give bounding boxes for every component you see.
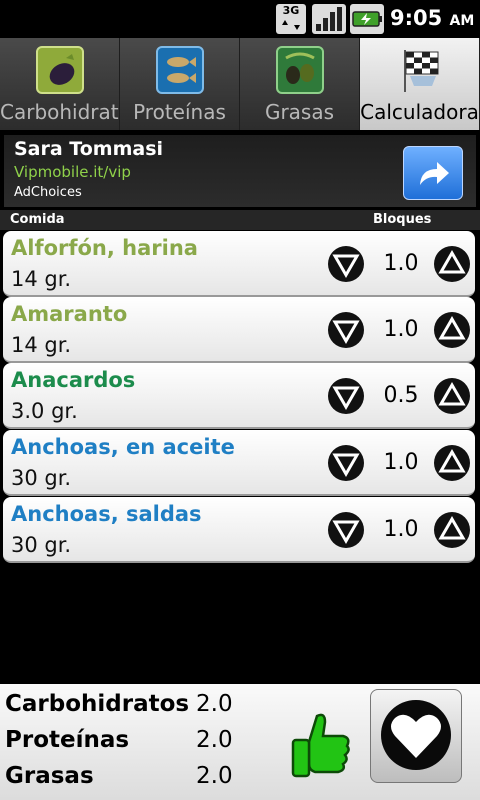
- decrease-button[interactable]: [327, 511, 365, 549]
- protein-total-label: Proteínas: [5, 727, 130, 753]
- list-item[interactable]: Amaranto 14 gr. 1.0: [3, 297, 475, 363]
- blocks-column-header: Bloques: [373, 212, 432, 227]
- ad-banner[interactable]: Sara Tommasi Vipmobile.it/vip AdChoices: [4, 135, 476, 207]
- food-name: Alforfón, harina: [11, 236, 198, 260]
- list-item[interactable]: Anchoas, saldas 30 gr. 1.0: [3, 497, 475, 563]
- decrease-button[interactable]: [327, 311, 365, 349]
- protein-total-value: 2.0: [196, 727, 233, 753]
- food-portion: 30 gr.: [11, 466, 72, 490]
- tab-proteinas[interactable]: Proteínas: [120, 38, 240, 130]
- decrease-button[interactable]: [327, 444, 365, 482]
- totals-panel: Carbohidratos 2.0 Proteínas 2.0 Grasas 2…: [0, 684, 480, 800]
- blocks-value: 1.0: [383, 317, 419, 342]
- fish-icon: [155, 46, 204, 94]
- list-item[interactable]: Anchoas, en aceite 30 gr. 1.0: [3, 430, 475, 496]
- ad-title: Sara Tommasi: [14, 138, 164, 160]
- increase-button[interactable]: [433, 511, 471, 549]
- food-portion: 14 gr.: [11, 267, 72, 291]
- checkered-flag-icon: [403, 50, 438, 92]
- decrease-button[interactable]: [327, 377, 365, 415]
- battery-charging-icon: [350, 4, 384, 34]
- tab-calculadora[interactable]: Calculadora: [360, 38, 480, 130]
- food-name: Amaranto: [11, 302, 128, 326]
- tab-label: Proteínas: [133, 100, 226, 124]
- thumbs-up-icon: [291, 713, 350, 778]
- list-item[interactable]: Anacardos 3.0 gr. 0.5: [3, 363, 475, 429]
- clock-time: 9:05: [390, 6, 443, 30]
- tab-bar: Carbohidratos Proteínas Grasas: [0, 38, 480, 130]
- network-type: 3G: [282, 4, 300, 17]
- blocks-value: 1.0: [383, 251, 419, 276]
- blocks-value: 1.0: [383, 517, 419, 542]
- olives-icon: [275, 46, 324, 94]
- clock: 9:05 AM: [390, 6, 474, 30]
- food-portion: 14 gr.: [11, 333, 72, 357]
- carbs-total-value: 2.0: [196, 691, 233, 717]
- carbs-total-label: Carbohidratos: [5, 691, 190, 717]
- ad-choices[interactable]: AdChoices: [14, 185, 82, 200]
- favorite-button[interactable]: [370, 689, 462, 783]
- network-3g-icon: 3G: [276, 4, 306, 34]
- share-arrow-icon: [420, 162, 449, 185]
- tab-carbohidratos[interactable]: Carbohidratos: [0, 38, 120, 130]
- status-bar: 3G 9:05 AM: [0, 0, 480, 38]
- blocks-value: 0.5: [383, 383, 419, 408]
- fat-total-label: Grasas: [5, 763, 94, 789]
- tab-grasas[interactable]: Grasas: [240, 38, 360, 130]
- decrease-button[interactable]: [327, 245, 365, 283]
- eggplant-icon: [35, 46, 84, 94]
- food-name: Anchoas, saldas: [11, 502, 202, 526]
- tab-label: Calculadora: [360, 100, 479, 124]
- tab-label: Grasas: [264, 100, 335, 124]
- food-name: Anacardos: [11, 368, 136, 392]
- ad-url[interactable]: Vipmobile.it/vip: [14, 163, 131, 181]
- increase-button[interactable]: [433, 245, 471, 283]
- list-item[interactable]: Alforfón, harina 14 gr. 1.0: [3, 231, 475, 297]
- list-header: Comida Bloques: [0, 210, 480, 230]
- signal-icon: [312, 4, 346, 34]
- tab-label: Carbohidratos: [0, 100, 119, 124]
- increase-button[interactable]: [433, 311, 471, 349]
- increase-button[interactable]: [433, 444, 471, 482]
- blocks-value: 1.0: [383, 450, 419, 475]
- food-portion: 30 gr.: [11, 533, 72, 557]
- food-name: Anchoas, en aceite: [11, 435, 235, 459]
- increase-button[interactable]: [433, 377, 471, 415]
- food-column-header: Comida: [10, 212, 65, 227]
- ad-open-button[interactable]: [403, 146, 463, 200]
- food-portion: 3.0 gr.: [11, 399, 78, 423]
- fat-total-value: 2.0: [196, 763, 233, 789]
- clock-ampm: AM: [449, 13, 475, 29]
- heart-icon: [381, 700, 451, 770]
